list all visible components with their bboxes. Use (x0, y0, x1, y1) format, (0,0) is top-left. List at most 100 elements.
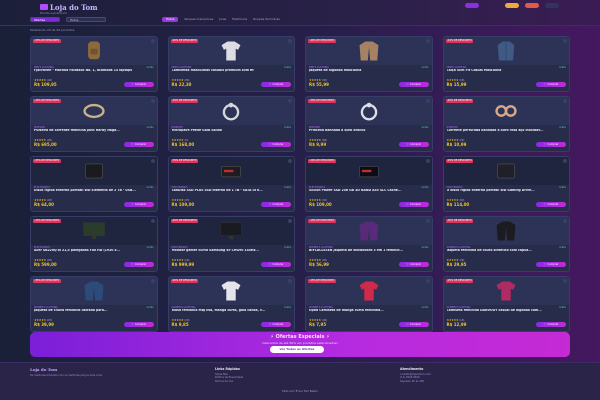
product-title[interactable]: Jaqueta de chuva feminina listrada para.… (34, 309, 154, 317)
product-title[interactable]: Calça Slim Fit Casual Masculina (447, 69, 567, 77)
nav-link-mens-clothing[interactable]: Roupas masculinas (184, 17, 213, 21)
favorite-icon[interactable] (563, 99, 567, 103)
product-title[interactable]: Jaqueta de algodão masculina (309, 69, 429, 77)
product-title[interactable]: SanDisk SSD PLUS SSD interno de 1 TB - S… (172, 189, 292, 197)
product-card[interactable]: -25% DE DESCONTO ELECTRONICS Grátis Disc… (30, 156, 158, 212)
discount-badge: -35% DE DESCONTO (170, 99, 199, 103)
favorite-icon[interactable] (288, 279, 292, 283)
favorite-icon[interactable] (150, 99, 155, 103)
nav-link-all[interactable]: Todos (162, 16, 179, 22)
favorite-icon[interactable] (150, 219, 155, 223)
buy-button[interactable]: 🛒 Comprar (536, 81, 566, 87)
nav-link-womens-clothing[interactable]: Roupas femininas (253, 17, 280, 21)
product-card[interactable]: -40% DE DESCONTO ELECTRONICS Grátis Moni… (167, 216, 295, 272)
favorite-icon[interactable] (425, 159, 430, 163)
favorite-icon[interactable] (150, 159, 155, 163)
buy-button[interactable]: 🛒 Comprar (123, 261, 154, 267)
product-card[interactable]: -20% DE DESCONTO JEWELERY Grátis Corrent… (442, 96, 570, 152)
buy-button[interactable]: 🛒 Comprar (536, 261, 566, 267)
favorite-icon[interactable] (288, 39, 292, 43)
product-card[interactable]: -35% DE DESCONTO WOMEN'S CLOTHING Grátis… (30, 276, 158, 332)
product-title[interactable]: Opna Camiseta de manga curta feminina... (309, 309, 429, 317)
earring-icon (495, 105, 517, 117)
product-title[interactable]: BIYLACLESEN Jaqueta de snowboard 3 em 1 … (309, 249, 429, 257)
product-card[interactable]: -20% DE DESCONTO ELECTRONICS Grátis Sili… (305, 156, 433, 212)
buy-button[interactable]: 🛒 Comprar (398, 201, 429, 207)
buy-button[interactable]: 🛒 Comprar (261, 321, 291, 327)
buy-button[interactable]: 🛒 Comprar (261, 261, 291, 267)
product-card[interactable]: -35% DE DESCONTO JEWELERY Grátis Micropa… (167, 96, 295, 152)
product-card[interactable]: -15% DE DESCONTO JEWELERY Grátis Pulseir… (30, 96, 158, 152)
product-title[interactable]: Camiseta feminina DANVOUY casual de algo… (447, 309, 567, 317)
product-title[interactable]: Camisetas masculinas casuais premium sli… (172, 69, 292, 77)
favorite-icon[interactable] (425, 219, 430, 223)
rating-stars: ★★★★★(500) (309, 77, 327, 82)
search-pill[interactable] (465, 3, 479, 8)
product-title[interactable]: Acer SB220Q bi 21,5 polegadas Full HD (1… (34, 249, 154, 257)
product-title[interactable]: Disco rígido externo portátil WD Element… (34, 189, 154, 197)
buy-button[interactable]: 🛒 Comprar (123, 201, 154, 207)
product-card[interactable]: -40% DE DESCONTO MEN'S CLOTHING Grátis J… (305, 36, 433, 92)
product-card[interactable]: -30% DE DESCONTO JEWELERY Grátis Princes… (305, 96, 433, 152)
product-title[interactable]: O disco rígido externo portátil WD Gamin… (447, 189, 567, 197)
filter-offers[interactable]: Ofertas (30, 16, 60, 22)
discount-badge: -20% DE DESCONTO (308, 159, 336, 163)
favorite-icon[interactable] (425, 279, 430, 283)
favorite-icon[interactable] (288, 99, 292, 103)
product-title[interactable]: Monitor gamer curvo Samsung 49 CHG90 144… (172, 249, 292, 257)
product-title[interactable]: Jaqueta feminina de couro sintético com … (447, 249, 567, 257)
filter-all[interactable]: Todos (66, 16, 106, 22)
product-title[interactable]: Silicon Power SSD 256 GB 3D NAND A55 SLC… (309, 189, 429, 197)
view-offers-button[interactable]: Ver Todas as Ofertas (270, 346, 324, 353)
favorite-icon[interactable] (563, 219, 567, 223)
buy-button[interactable]: 🛒 Comprar (536, 321, 566, 327)
account-pill[interactable] (525, 3, 539, 8)
product-card[interactable]: -35% DE DESCONTO ELECTRONICS Grátis SanD… (167, 156, 295, 212)
favorite-icon[interactable] (150, 279, 155, 283)
product-card[interactable]: -20% DE DESCONTO WOMEN'S CLOTHING Grátis… (167, 276, 295, 332)
buy-button[interactable]: 🛒 Comprar (398, 261, 429, 267)
menu-pill[interactable] (545, 3, 559, 8)
product-card[interactable]: -20% DE DESCONTO MEN'S CLOTHING Grátis C… (167, 36, 295, 92)
logo-icon[interactable] (40, 4, 48, 10)
nav-link-jewelry[interactable]: Joias (219, 17, 226, 21)
buy-button[interactable]: 🛒 Comprar (261, 141, 291, 147)
cart-pill[interactable] (505, 3, 519, 8)
favorite-icon[interactable] (288, 219, 292, 223)
favorite-icon[interactable] (288, 159, 292, 163)
buy-button[interactable]: 🛒 Comprar (536, 201, 566, 207)
product-title[interactable]: Corrente perfurada banhada a ouro rosa a… (447, 129, 567, 137)
product-card[interactable]: -10% DE DESCONTO MEN'S CLOTHING Grátis C… (442, 36, 570, 92)
product-card[interactable]: -10% DE DESCONTO WOMEN'S CLOTHING Grátis… (305, 216, 433, 272)
favorite-icon[interactable] (563, 39, 567, 43)
rating-stars: ★★★★★(400) (34, 137, 52, 142)
favorite-icon[interactable] (563, 279, 567, 283)
buy-button[interactable]: 🛒 Comprar (261, 81, 291, 87)
product-title[interactable]: Fjallraven - Mochila Foldsack No. 1, aco… (34, 69, 154, 77)
product-card[interactable]: -25% DE DESCONTO WOMEN'S CLOTHING Grátis… (442, 276, 570, 332)
buy-button[interactable]: 🛒 Comprar (123, 321, 154, 327)
product-card[interactable]: -30% DE DESCONTO WOMEN'S CLOTHING Grátis… (442, 216, 570, 272)
buy-button[interactable]: 🛒 Comprar (398, 81, 429, 87)
product-title[interactable]: Princesa banhada a ouro branco (309, 129, 429, 137)
favorite-icon[interactable] (563, 159, 567, 163)
product-title[interactable]: Micropavé Petite Gold Sólido (172, 129, 292, 137)
product-card[interactable]: -25% DE DESCONTO MEN'S CLOTHING Grátis F… (30, 36, 158, 92)
product-card[interactable]: -15% DE DESCONTO WOMEN'S CLOTHING Grátis… (305, 276, 433, 332)
buy-button[interactable]: 🛒 Comprar (398, 141, 429, 147)
product-card[interactable]: -15% DE DESCONTO ELECTRONICS Grátis Acer… (30, 216, 158, 272)
buy-button[interactable]: 🛒 Comprar (398, 321, 429, 327)
product-title[interactable]: Pulseira de corrente feminina John Hardy… (34, 129, 154, 137)
product-title[interactable]: Blusa feminina MBJ lisa, manga curta, go… (172, 309, 292, 317)
product-price: R$ 39,99 (34, 322, 54, 327)
buy-button[interactable]: 🛒 Comprar (536, 141, 566, 147)
footer-link[interactable]: Termos de Uso (215, 380, 335, 383)
nav-link-electronics[interactable]: Eletrônica (232, 17, 247, 21)
buy-button[interactable]: 🛒 Comprar (123, 141, 154, 147)
buy-button[interactable]: 🛒 Comprar (123, 81, 154, 87)
product-card[interactable]: -20% DE DESCONTO ELECTRONICS Grátis O di… (442, 156, 570, 212)
favorite-icon[interactable] (425, 99, 430, 103)
buy-button[interactable]: 🛒 Comprar (261, 201, 291, 207)
favorite-icon[interactable] (150, 39, 155, 43)
favorite-icon[interactable] (425, 39, 430, 43)
